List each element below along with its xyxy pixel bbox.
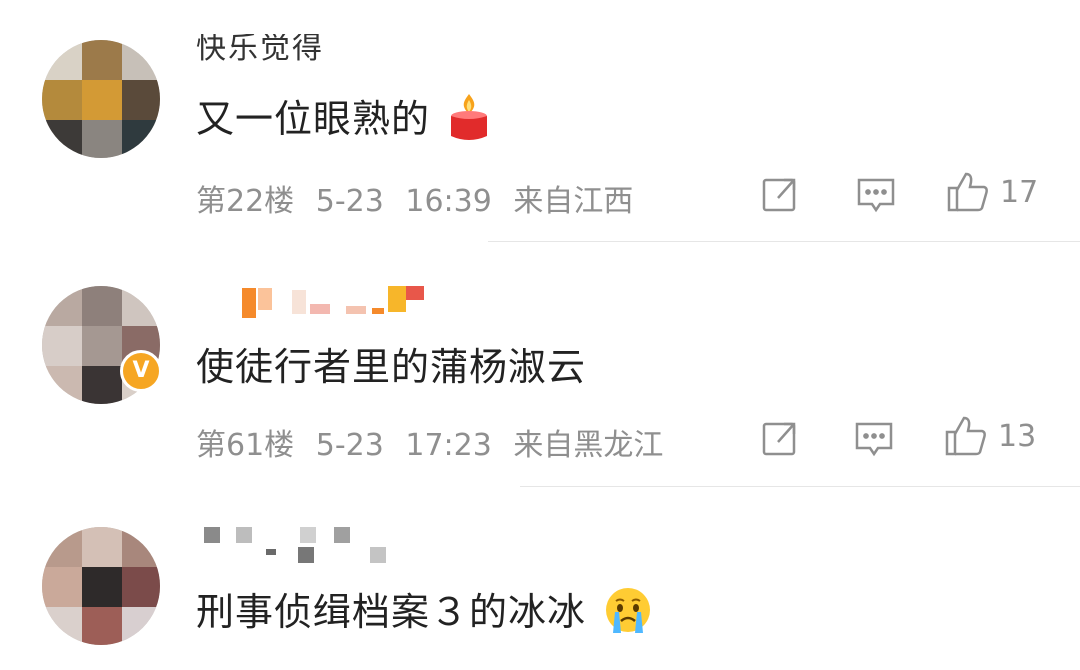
repost-icon [762, 178, 796, 212]
comment-icon [855, 422, 893, 457]
repost-icon [762, 422, 796, 456]
floor-number: 第61楼 [196, 428, 295, 463]
comment-date: 5-23 [315, 428, 384, 463]
username[interactable] [196, 286, 436, 326]
thumbs-up-icon [945, 416, 986, 456]
like-count: 13 [998, 418, 1037, 454]
comment-button[interactable] [856, 174, 896, 214]
comment-time: 16:39 [405, 184, 492, 219]
comment-text-content: 刑事侦缉档案３的冰冰 [196, 590, 587, 634]
comment-text: 又一位眼熟的 [196, 88, 491, 151]
thumbs-up-icon [947, 172, 988, 212]
candle-emoji [447, 92, 491, 151]
floor-number: 第22楼 [196, 184, 295, 219]
repost-button[interactable] [760, 174, 800, 214]
comment-item: 刑事侦缉档案３的冰冰 [0, 487, 1080, 670]
comment-meta: 第61楼 5-23 17:23 来自黑龙江 [196, 420, 675, 464]
like-button[interactable]: 17 [946, 170, 1038, 214]
comment-meta: 第22楼 5-23 16:39 来自江西 [196, 176, 645, 220]
comment-location: 来自江西 [513, 184, 634, 219]
comment-icon [857, 178, 895, 213]
username[interactable] [196, 527, 436, 567]
avatar[interactable] [42, 527, 160, 645]
comment-time: 17:23 [405, 428, 492, 463]
avatar[interactable] [42, 40, 160, 158]
crying-face-emoji [603, 585, 653, 644]
comment-text: 刑事侦缉档案３的冰冰 [196, 581, 653, 644]
comment-location: 来自黑龙江 [513, 428, 664, 463]
comment-item: V 使徒行者里的蒲杨淑云 第61楼 5-23 17:23 来自黑龙江 13 [0, 242, 1080, 486]
verified-badge: V [120, 350, 162, 392]
comment-date: 5-23 [315, 184, 384, 219]
like-count: 17 [1000, 174, 1039, 210]
like-button[interactable]: 13 [944, 414, 1036, 458]
comment-button[interactable] [854, 418, 894, 458]
comment-text-content: 又一位眼熟的 [196, 97, 431, 141]
username[interactable]: 快乐觉得 [196, 34, 324, 64]
comment-text: 使徒行者里的蒲杨淑云 [196, 345, 587, 389]
repost-button[interactable] [760, 418, 800, 458]
comment-item: 快乐觉得 又一位眼熟的 第22楼 5-23 16:39 来自江西 17 [0, 0, 1080, 240]
